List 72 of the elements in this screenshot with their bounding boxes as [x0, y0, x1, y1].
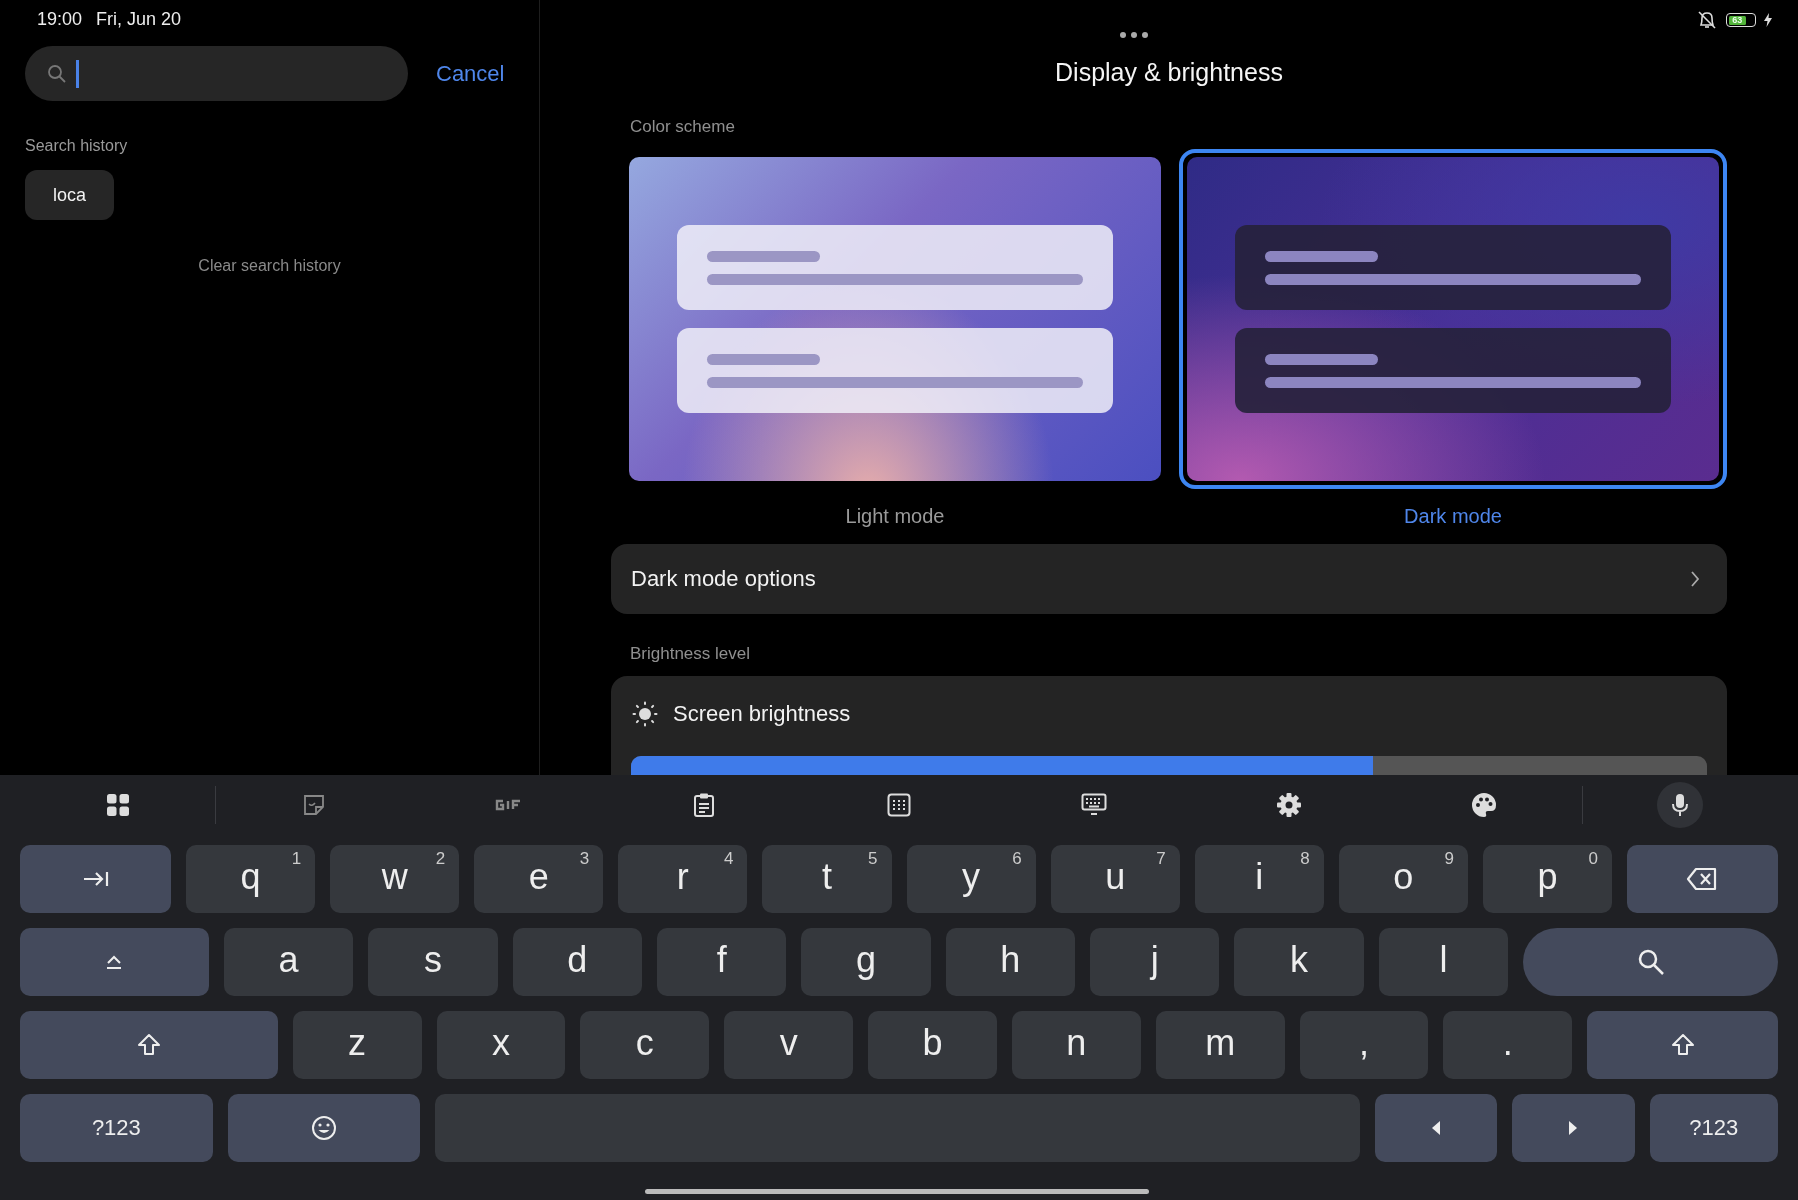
letter-key[interactable]: z [292, 1011, 422, 1079]
charging-bolt-icon [1764, 13, 1772, 27]
search-icon [1636, 948, 1665, 976]
letter-key[interactable]: t 5 [762, 845, 892, 913]
tab-arrow-icon [82, 870, 109, 888]
more-dots-icon[interactable] [1120, 32, 1148, 38]
letter-key[interactable]: h [945, 928, 1076, 996]
letter-key[interactable]: l [1378, 928, 1509, 996]
history-chip[interactable]: loca [25, 170, 115, 220]
screen-brightness-label: Screen brightness [673, 701, 851, 727]
letter-key[interactable]: k [1234, 928, 1364, 996]
theme-label: Light mode [845, 505, 945, 528]
settings-icon[interactable] [1276, 792, 1303, 818]
letter-key[interactable]: a [223, 928, 354, 996]
palette-icon[interactable] [1471, 792, 1498, 818]
letter-key[interactable]: p 0 [1482, 845, 1612, 913]
silent-bell-icon [1696, 10, 1718, 30]
letter-key[interactable]: d [512, 928, 642, 996]
cancel-button[interactable]: Cancel [436, 60, 505, 87]
row-label: Dark mode options [631, 566, 816, 592]
shift-arrow-icon [136, 1033, 161, 1057]
smiley-icon [311, 1115, 338, 1141]
numpad-icon[interactable] [887, 793, 911, 817]
theme-label: Dark mode [1404, 505, 1502, 528]
caps-lock-icon [105, 954, 124, 970]
letter-key[interactable]: c [580, 1011, 710, 1079]
section-label: Brightness level [629, 644, 751, 664]
backspace-key[interactable] [1626, 845, 1778, 913]
date-text: Fri, Jun 20 [96, 9, 182, 30]
letter-key[interactable]: w 2 [330, 845, 460, 913]
backspace-icon [1686, 867, 1719, 891]
right-triangle-icon [1568, 1121, 1579, 1135]
brightness-slider[interactable] [631, 756, 1707, 775]
letter-key[interactable]: m [1155, 1011, 1285, 1079]
letter-key[interactable]: , [1299, 1011, 1429, 1079]
symbols-key[interactable]: ?123 [1649, 1094, 1778, 1162]
sun-icon [631, 700, 659, 728]
chevron-right-icon [1690, 570, 1700, 588]
battery-level-text: 63 [1728, 15, 1746, 25]
section-label: Color scheme [629, 117, 736, 137]
letter-key[interactable]: s [368, 928, 498, 996]
letter-key[interactable]: q 1 [186, 845, 316, 913]
letter-key[interactable]: e 3 [474, 845, 604, 913]
page-title: Display & brightness [1054, 58, 1284, 87]
clipboard-icon[interactable] [692, 792, 715, 818]
shift-arrow-icon [1670, 1033, 1695, 1057]
sticker-icon[interactable] [302, 794, 325, 816]
letter-key[interactable]: j [1090, 928, 1220, 996]
clear-history-link[interactable]: Clear search history [192, 256, 347, 276]
letter-key[interactable]: b [868, 1011, 997, 1079]
search-icon [47, 63, 67, 84]
left-triangle-icon [1431, 1121, 1442, 1135]
letter-key[interactable]: x [436, 1011, 566, 1079]
letter-key[interactable]: o 9 [1338, 845, 1468, 913]
letter-key[interactable]: f [656, 928, 787, 996]
clock-time: 19:00 [37, 9, 83, 30]
letter-key[interactable]: . [1443, 1011, 1573, 1079]
letter-key[interactable]: v [724, 1011, 854, 1079]
microphone-icon [1671, 793, 1690, 817]
microphone-button[interactable] [1657, 782, 1704, 828]
letter-key[interactable]: n [1011, 1011, 1141, 1079]
theme-preview[interactable] [1179, 149, 1727, 489]
keyboard-icon[interactable] [1081, 793, 1108, 817]
symbols-key[interactable]: ?123 [20, 1094, 213, 1162]
letter-key[interactable]: y 6 [906, 845, 1036, 913]
letter-key[interactable]: g [801, 928, 931, 996]
search-history-label: Search history [25, 137, 129, 155]
grid-icon[interactable] [105, 793, 130, 817]
letter-key[interactable]: i 8 [1194, 845, 1324, 913]
dark-mode-options-row[interactable]: Dark mode options [611, 544, 1727, 614]
letter-key[interactable]: u 7 [1050, 845, 1180, 913]
letter-key[interactable]: r 4 [618, 845, 748, 913]
